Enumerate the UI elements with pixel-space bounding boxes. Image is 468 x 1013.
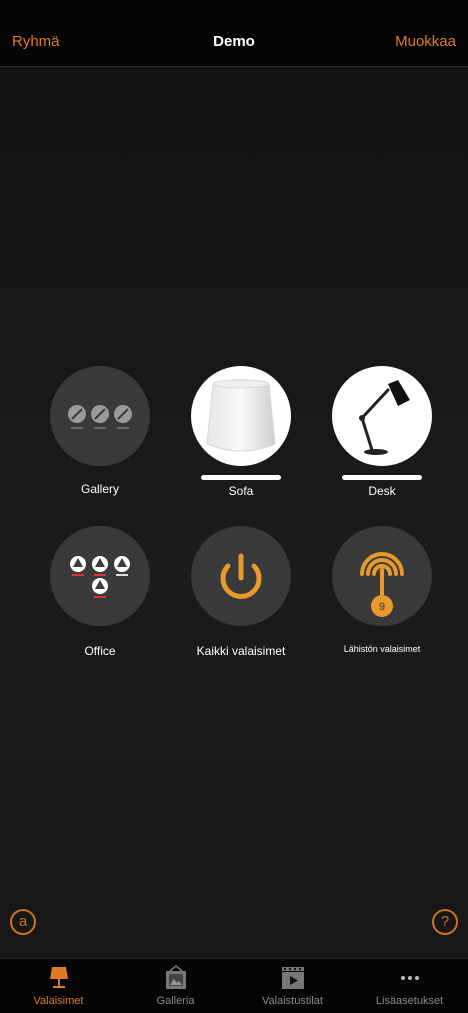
tile-label: Desk bbox=[368, 484, 396, 498]
app-screen: Ryhmä Demo Muokkaa Gallery Sofa Desk Off… bbox=[0, 0, 468, 1013]
lamp-icon bbox=[0, 965, 117, 991]
tab-label: Lisäasetukset bbox=[375, 995, 444, 1007]
brightness-bar[interactable] bbox=[342, 475, 422, 480]
more-icon bbox=[351, 965, 468, 991]
power-icon bbox=[191, 526, 291, 626]
tile-gallery[interactable]: Gallery bbox=[30, 366, 170, 496]
tile-desk[interactable]: Desk bbox=[312, 366, 452, 498]
tile-label: Kaikki valaisimet bbox=[196, 644, 286, 658]
tab-bar: Valaisimet Galleria Valaistustilat Lisäa… bbox=[0, 958, 468, 1013]
help-icon[interactable]: ? bbox=[432, 909, 458, 935]
nearby-count-badge: 9 bbox=[379, 601, 385, 613]
tab-gallery[interactable]: Galleria bbox=[117, 965, 234, 1007]
gallery-group-icon bbox=[50, 366, 150, 466]
office-group-icon bbox=[50, 526, 150, 626]
tab-label: Valaistustilat bbox=[262, 995, 323, 1007]
tab-scenes[interactable]: Valaistustilat bbox=[234, 965, 351, 1007]
account-icon[interactable]: a bbox=[10, 909, 36, 935]
top-bar: Ryhmä Demo Muokkaa bbox=[0, 0, 468, 67]
edit-button[interactable]: Muokkaa bbox=[395, 33, 456, 50]
tile-label: Sofa bbox=[228, 484, 254, 498]
tab-lights[interactable]: Valaisimet bbox=[0, 965, 117, 1007]
tile-label: Gallery bbox=[80, 482, 119, 496]
sofa-lamp-icon bbox=[191, 366, 291, 466]
gallery-icon bbox=[117, 965, 234, 991]
tab-more-settings[interactable]: Lisäasetukset bbox=[351, 965, 468, 1007]
desk-lamp-icon bbox=[332, 366, 432, 466]
tile-all-lights[interactable]: Kaikki valaisimet bbox=[171, 526, 311, 658]
tile-nearby-lights[interactable]: 9 Lähistön valaisimet bbox=[312, 526, 452, 654]
scene-icon bbox=[234, 965, 351, 991]
tab-label: Valaisimet bbox=[33, 995, 84, 1007]
tile-sofa[interactable]: Sofa bbox=[171, 366, 311, 498]
tile-label: Office bbox=[84, 644, 116, 658]
tile-label: Lähistön valaisimet bbox=[343, 644, 421, 654]
tile-office[interactable]: Office bbox=[30, 526, 170, 658]
brightness-bar[interactable] bbox=[201, 475, 281, 480]
nearby-signal-icon: 9 bbox=[332, 526, 432, 626]
tab-label: Galleria bbox=[156, 995, 195, 1007]
